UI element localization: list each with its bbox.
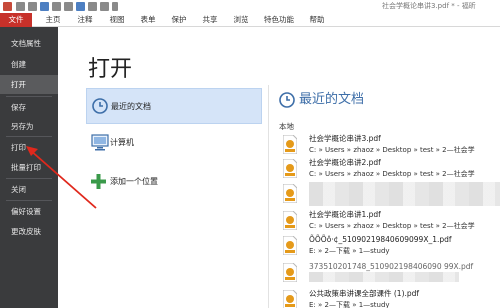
option-recent-documents[interactable]: 最近的文档 [86,88,262,124]
menu-close[interactable]: 关闭 [0,180,58,199]
menu-divider [6,178,52,179]
plus-icon [91,174,106,189]
open-folder-icon[interactable] [16,2,25,11]
tab-features[interactable]: 特色功能 [259,13,299,27]
menu-print[interactable]: 打印 [0,138,58,157]
ribbon-tabs: 文件 主页 注释 视图 表单 保护 共享 浏览 特色功能 帮助 [0,13,500,37]
backstage-menu: 文档属性 创建 打开 保存 另存为 打印 批量打印 关闭 偏好设置 更改皮肤 [0,27,58,308]
undo-icon[interactable] [88,2,97,11]
menu-preferences[interactable]: 偏好设置 [0,202,58,221]
print-icon[interactable] [40,2,49,11]
open-panel: 打开 最近的文档 计算机 添加一个位置 [58,27,268,308]
window-title: 社会学概论串讲3.pdf * - 福昕 [382,2,476,10]
file-name: 373510201748_510902198406090 99X.pdf [309,262,474,271]
tab-comment[interactable]: 注释 [72,13,98,27]
select-tool-icon[interactable] [64,2,73,11]
menu-save[interactable]: 保存 [0,98,58,117]
file-name: ÕÕÕô·¢_51090219840609099X_1.pdf [309,235,452,244]
option-label: 最近的文档 [111,102,151,111]
menu-open[interactable]: 打开 [0,75,58,94]
menu-divider [6,96,52,97]
tab-form[interactable]: 表单 [135,13,161,27]
redo-icon[interactable] [100,2,109,11]
recent-file-item[interactable]: 社会学概论串讲2.pdf C: » Users » zhaoz » Deskto… [283,157,500,181]
blurred-file-entry [309,182,500,206]
file-path: C: » Users » zhaoz » Desktop » test » 2—… [309,146,475,154]
menu-divider [6,136,52,137]
recent-file-item[interactable]: 社会学概论串讲3.pdf C: » Users » zhaoz » Deskto… [283,133,500,157]
menu-create[interactable]: 创建 [0,55,58,74]
tab-browse[interactable]: 浏览 [228,13,254,27]
file-path: C: » Users » zhaoz » Desktop » test » 2—… [309,222,475,230]
pdf-file-icon [283,135,297,154]
recent-file-item[interactable]: 公共政策串讲课全部课件 (1).pdf E: » 2—下载 » 1—study [283,288,500,308]
menu-change-skin[interactable]: 更改皮肤 [0,222,58,241]
app-logo-icon [3,2,12,11]
file-name: 社会学概论串讲3.pdf [309,134,381,143]
menu-save-as[interactable]: 另存为 [0,117,58,136]
clock-icon [279,92,295,108]
file-path: C: » Users » zhaoz » Desktop » test » 2—… [309,170,475,178]
option-add-location[interactable]: 添加一个位置 [86,164,262,200]
option-label: 添加一个位置 [110,177,158,186]
menu-divider [6,200,52,201]
pdf-file-icon [283,236,297,255]
pdf-file-icon [283,184,297,203]
recent-file-item[interactable] [283,182,500,206]
tab-share[interactable]: 共享 [197,13,223,27]
pdf-file-icon [283,159,297,178]
page-title: 打开 [88,57,133,82]
customize-dropdown-icon[interactable] [112,2,118,11]
computer-icon [91,134,109,151]
tab-view[interactable]: 视图 [104,13,130,27]
file-path: E: » 2—下载 » 1—study [309,301,390,308]
clock-icon [92,98,108,114]
tab-protect[interactable]: 保护 [166,13,192,27]
option-computer[interactable]: 计算机 [86,125,262,161]
recent-file-item[interactable]: ÕÕÕô·¢_51090219840609099X_1.pdf E: » 2—下… [283,234,500,258]
hand-tool-icon[interactable] [52,2,61,11]
recent-file-item[interactable]: 社会学概论串讲1.pdf C: » Users » zhaoz » Deskto… [283,209,500,233]
menu-document-properties[interactable]: 文档属性 [0,34,58,53]
recent-title: 最近的文档 [299,92,365,107]
pdf-file-icon [283,211,297,230]
recent-documents-panel: 最近的文档 本地 社会学概论串讲3.pdf C: » Users » zhaoz… [269,27,500,308]
file-name: 社会学概论串讲1.pdf [309,210,381,219]
file-name: 公共政策串讲课全部课件 (1).pdf [309,289,420,298]
tab-help[interactable]: 帮助 [304,13,330,27]
tab-home[interactable]: 主页 [40,13,66,27]
title-bar: 社会学概论串讲3.pdf * - 福昕 [0,0,500,13]
option-label: 计算机 [110,138,134,147]
pdf-file-icon [283,290,297,308]
zoom-icon[interactable] [76,2,85,11]
recent-file-item[interactable]: 373510201748_510902198406090 99X.pdf [283,261,500,285]
section-local: 本地 [279,122,294,131]
file-path: E: » 2—下载 » 1—study [309,247,390,255]
save-icon[interactable] [28,2,37,11]
blurred-file-path [309,272,459,282]
menu-batch-print[interactable]: 批量打印 [0,158,58,177]
file-name: 社会学概论串讲2.pdf [309,158,381,167]
pdf-file-icon [283,263,297,282]
